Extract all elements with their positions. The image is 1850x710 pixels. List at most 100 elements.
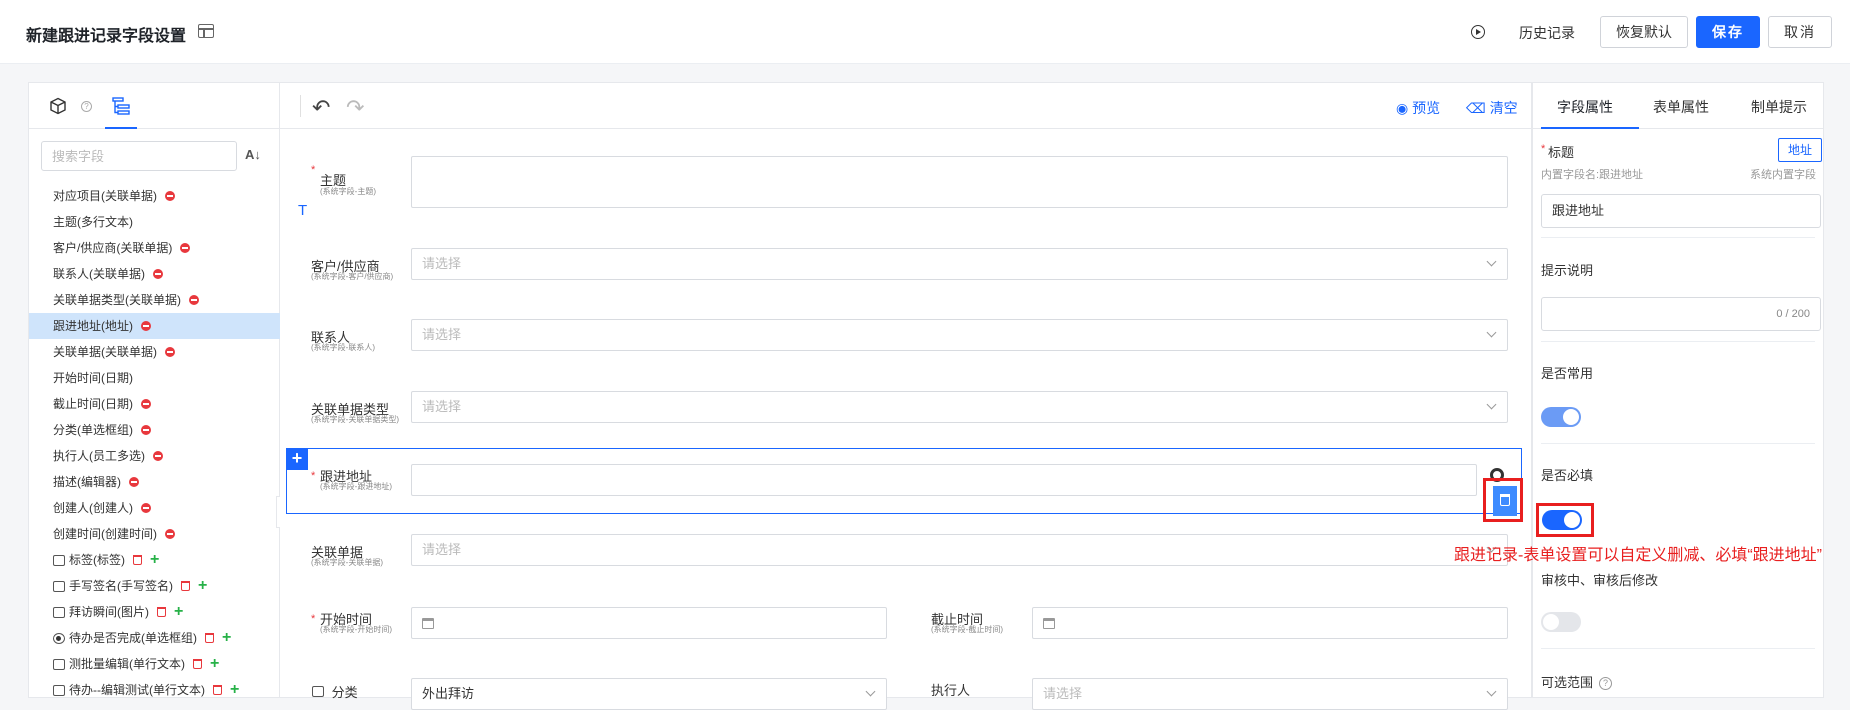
play-icon[interactable] [1471, 25, 1485, 39]
remove-icon[interactable] [141, 425, 151, 435]
list-item[interactable]: 执行人(员工多选) [29, 443, 281, 469]
field-label: 测批量编辑(单行文本) [69, 657, 185, 671]
remove-icon[interactable] [141, 399, 151, 409]
delete-icon[interactable] [213, 685, 222, 695]
remove-icon[interactable] [165, 529, 175, 539]
field-search-input[interactable] [41, 141, 237, 171]
layout-icon[interactable] [198, 24, 214, 38]
history-link[interactable]: 历史记录 [1519, 23, 1575, 43]
help-icon[interactable]: ? [1599, 677, 1613, 691]
remove-icon[interactable] [165, 347, 175, 357]
remove-icon[interactable] [141, 503, 151, 513]
builtin-field-type: 系统内置字段 [1750, 169, 1816, 181]
field-label: 创建时间(创建时间) [53, 527, 157, 541]
list-item[interactable]: 分类(单选框组) [29, 417, 281, 443]
move-handle-icon[interactable]: + [286, 448, 308, 470]
common-toggle[interactable] [1541, 407, 1581, 427]
field-sub-address: (系统字段-跟进地址) [320, 482, 392, 491]
list-item[interactable]: 开始时间(日期) [29, 365, 281, 391]
list-item[interactable]: 关联单据(关联单据) [29, 339, 281, 365]
remove-icon[interactable] [189, 295, 199, 305]
subject-textarea[interactable] [411, 156, 1508, 208]
add-icon[interactable]: + [198, 578, 207, 594]
list-item[interactable]: 测批量编辑(单行文本) + [29, 651, 281, 677]
remove-icon[interactable] [153, 451, 163, 461]
list-item-selected[interactable]: 跟进地址(地址) [29, 313, 281, 339]
help-icon[interactable]: ? [81, 101, 92, 112]
field-sub-subject: (系统字段-主题) [320, 187, 376, 196]
title-input[interactable]: 跟进地址 [1541, 194, 1821, 228]
range-label: 可选范围? [1541, 672, 1613, 691]
remove-icon[interactable] [141, 321, 151, 331]
field-label: 分类(单选框组) [53, 423, 133, 437]
redo-icon[interactable]: ↷ [346, 95, 364, 121]
tab-field-properties[interactable]: 字段属性 [1557, 97, 1613, 117]
tree-structure-icon[interactable] [111, 96, 131, 116]
delete-icon[interactable] [181, 581, 190, 591]
trash-icon [1500, 494, 1510, 506]
save-button[interactable]: 保存 [1696, 16, 1760, 48]
list-item[interactable]: 对应项目(关联单据) [29, 183, 281, 209]
sort-az-icon[interactable]: A↓ [245, 147, 261, 162]
list-item[interactable]: 手写签名(手写签名) + [29, 573, 281, 599]
field-label: 截止时间(日期) [53, 397, 133, 411]
list-item[interactable]: 截止时间(日期) [29, 391, 281, 417]
start-date-input[interactable] [411, 607, 887, 639]
list-item[interactable]: 关联单据类型(关联单据) [29, 287, 281, 313]
preview-button[interactable]: ◉ 预览 [1396, 98, 1440, 118]
list-item[interactable]: 主题(多行文本) [29, 209, 281, 235]
tab-form-properties[interactable]: 表单属性 [1653, 97, 1709, 117]
add-icon[interactable]: + [210, 656, 219, 672]
remove-icon[interactable] [153, 269, 163, 279]
address-input[interactable] [411, 464, 1477, 496]
field-label: 手写签名(手写签名) [69, 579, 173, 593]
restore-default-button[interactable]: 恢复默认 [1600, 16, 1688, 48]
remove-icon[interactable] [180, 243, 191, 253]
text-type-icon: T [298, 202, 308, 219]
list-item[interactable]: 标签(标签) + [29, 547, 281, 573]
customer-select[interactable]: 请选择 [411, 248, 1508, 280]
add-icon[interactable]: + [230, 682, 239, 698]
delete-icon[interactable] [157, 607, 166, 617]
field-sub-doc: (系统字段-关联单据) [311, 558, 383, 567]
required-mark: * [311, 613, 316, 625]
remove-icon[interactable] [129, 477, 139, 487]
doc-type-select[interactable]: 请选择 [411, 391, 1508, 423]
delete-icon[interactable] [133, 555, 142, 565]
list-item[interactable]: 客户/供应商(关联单据) [29, 235, 281, 261]
add-icon[interactable]: + [150, 552, 159, 568]
undo-icon[interactable]: ↶ [312, 95, 330, 121]
list-item[interactable]: 待办是否完成(单选框组) + [29, 625, 281, 651]
list-item[interactable]: 创建人(创建人) [29, 495, 281, 521]
required-mark: * [1541, 143, 1546, 155]
field-label: 开始时间(日期) [53, 371, 133, 385]
field-label: 关联单据(关联单据) [53, 345, 157, 359]
list-item[interactable]: 联系人(关联单据) [29, 261, 281, 287]
cancel-button[interactable]: 取消 [1768, 16, 1832, 48]
delete-field-button[interactable] [1493, 486, 1517, 516]
field-label: 执行人(员工多选) [53, 449, 145, 463]
delete-icon[interactable] [193, 659, 202, 669]
remove-icon[interactable] [165, 191, 175, 201]
end-date-input[interactable] [1032, 607, 1508, 639]
annotation-text: 跟进记录-表单设置可以自定义删减、必填“跟进地址” [1454, 547, 1822, 564]
list-item[interactable]: 描述(编辑器) [29, 469, 281, 495]
add-icon[interactable]: + [174, 604, 183, 620]
audit-modify-toggle[interactable] [1541, 612, 1581, 632]
executor-select[interactable]: 请选择 [1032, 678, 1508, 710]
contact-select[interactable]: 请选择 [411, 319, 1508, 351]
list-item[interactable]: 待办--编辑测试(单行文本) + [29, 677, 281, 703]
list-item[interactable]: 拜访瞬间(图片) + [29, 599, 281, 625]
doc-select[interactable]: 请选择 [411, 534, 1508, 566]
clear-button[interactable]: ⌫ 清空 [1466, 98, 1518, 118]
delete-icon[interactable] [205, 633, 214, 643]
list-item[interactable]: 创建时间(创建时间) [29, 521, 281, 547]
calendar-icon [422, 618, 434, 630]
category-select[interactable]: 外出拜访 [411, 678, 887, 710]
property-tabs: 字段属性 表单属性 制单提示 [1533, 83, 1823, 129]
add-icon[interactable]: + [222, 630, 231, 646]
required-mark: * [311, 470, 316, 482]
tab-order-tips[interactable]: 制单提示 [1751, 97, 1807, 117]
hint-input[interactable]: 0 / 200 [1541, 297, 1821, 331]
cube-icon[interactable] [49, 97, 67, 115]
